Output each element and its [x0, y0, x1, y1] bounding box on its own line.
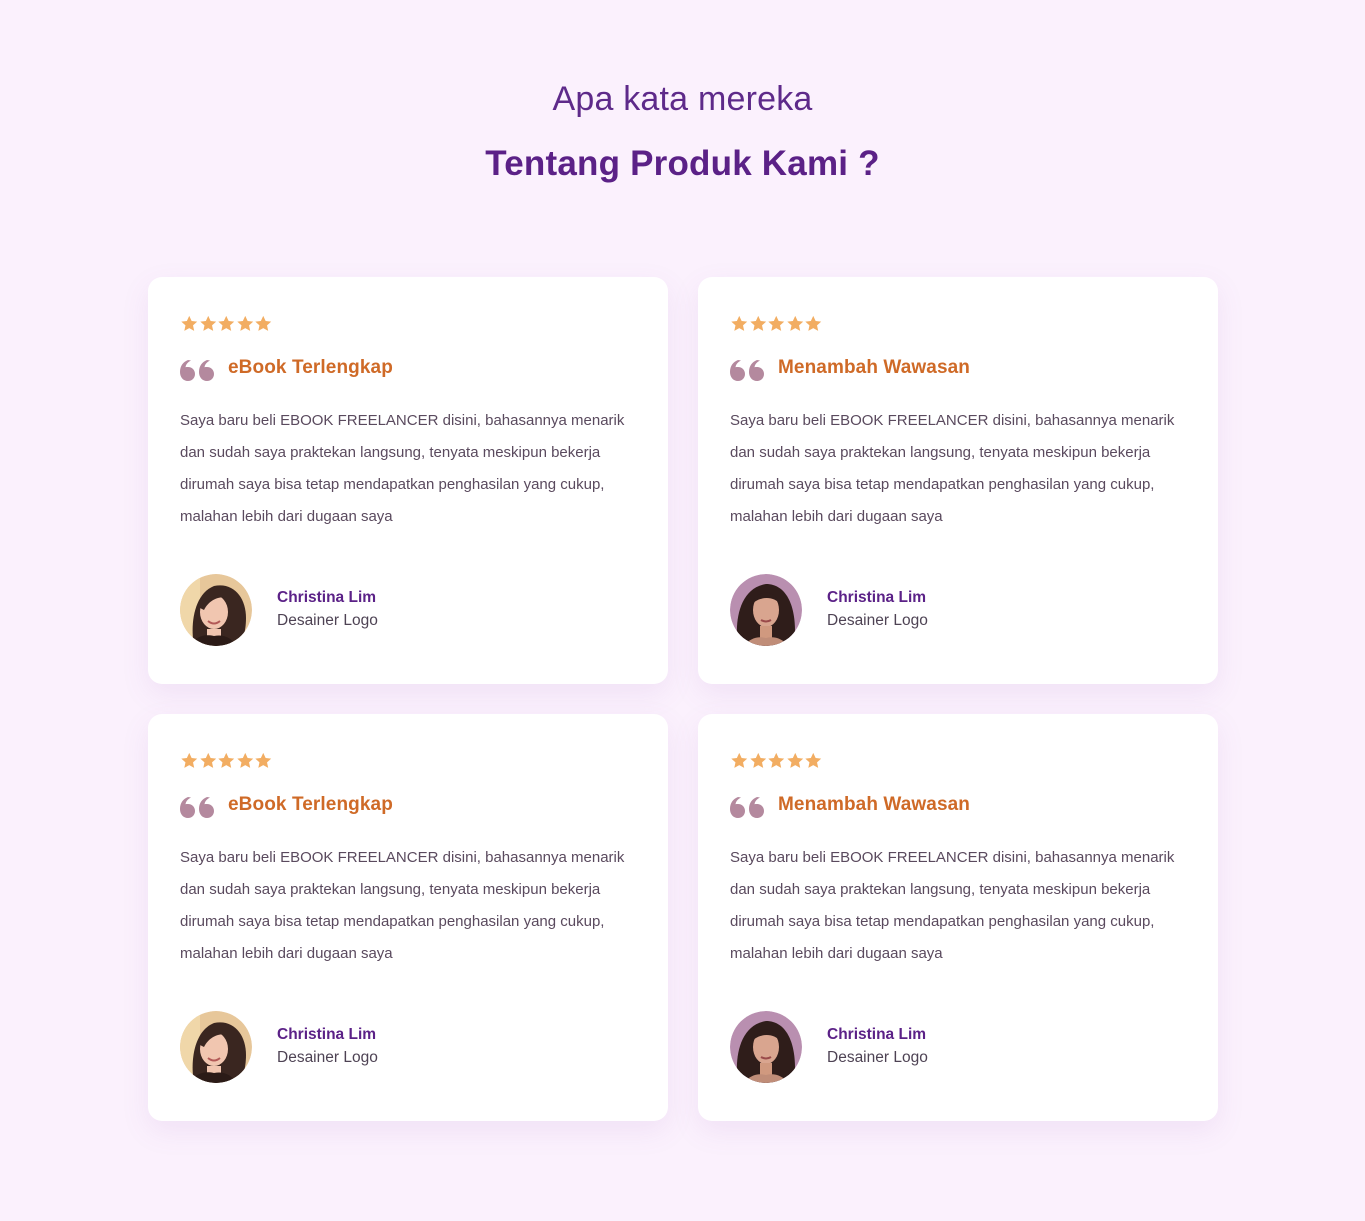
star-icon — [218, 315, 235, 331]
star-icon — [768, 315, 785, 331]
star-icon — [749, 315, 766, 331]
testimonial-title: Menambah Wawasan — [778, 357, 970, 378]
star-icon — [786, 752, 803, 768]
star-icon — [768, 752, 785, 768]
testimonial-author: Christina Lim Desainer Logo — [730, 1011, 928, 1083]
avatar — [730, 1011, 802, 1083]
avatar — [730, 574, 802, 646]
testimonial-author: Christina Lim Desainer Logo — [180, 1011, 378, 1083]
star-icon — [218, 752, 235, 768]
star-icon — [731, 315, 748, 331]
author-name: Christina Lim — [277, 1026, 377, 1043]
quote-icon — [730, 360, 764, 381]
author-name: Christina Lim — [277, 589, 377, 606]
author-role: Desainer Logo — [827, 612, 928, 629]
author-role: Desainer Logo — [277, 1049, 378, 1066]
author-info: Christina Lim Desainer Logo — [827, 587, 928, 633]
testimonial-text: Saya baru beli EBOOK FREELANCER disini, … — [180, 412, 625, 525]
testimonial-author: Christina Lim Desainer Logo — [730, 574, 928, 646]
testimonial-text: Saya baru beli EBOOK FREELANCER disini, … — [180, 849, 625, 962]
testimonial-card: Menambah Wawasan Saya baru beli EBOOK FR… — [698, 277, 1218, 684]
star-icon — [236, 752, 253, 768]
testimonial-card: Menambah Wawasan Saya baru beli EBOOK FR… — [698, 714, 1218, 1121]
testimonial-title: eBook Terlengkap — [228, 357, 393, 378]
author-name: Christina Lim — [827, 589, 927, 606]
testimonial-heading: Menambah Wawasan — [730, 790, 970, 820]
testimonial-text: Saya baru beli EBOOK FREELANCER disini, … — [730, 849, 1175, 962]
author-role: Desainer Logo — [827, 1049, 928, 1066]
star-icon — [236, 315, 253, 331]
star-icon — [731, 752, 748, 768]
testimonial-title: Menambah Wawasan — [778, 794, 970, 815]
avatar — [180, 574, 252, 646]
star-icon — [181, 752, 198, 768]
star-icon — [181, 315, 198, 331]
author-role: Desainer Logo — [277, 612, 378, 629]
testimonial-card: eBook Terlengkap Saya baru beli EBOOK FR… — [148, 277, 668, 684]
star-icon — [805, 315, 822, 331]
star-icon — [786, 315, 803, 331]
testimonial-card: eBook Terlengkap Saya baru beli EBOOK FR… — [148, 714, 668, 1121]
star-icon — [749, 752, 766, 768]
avatar — [180, 1011, 252, 1083]
section-subtitle: Apa kata mereka — [552, 80, 813, 118]
star-icon — [255, 315, 272, 331]
quote-icon — [730, 797, 764, 818]
testimonial-title: eBook Terlengkap — [228, 794, 393, 815]
testimonial-text: Saya baru beli EBOOK FREELANCER disini, … — [730, 412, 1175, 525]
testimonial-heading: Menambah Wawasan — [730, 353, 970, 383]
star-rating — [180, 314, 273, 334]
author-info: Christina Lim Desainer Logo — [277, 587, 378, 633]
quote-icon — [180, 797, 214, 818]
star-icon — [255, 752, 272, 768]
star-rating — [180, 751, 273, 771]
author-name: Christina Lim — [827, 1026, 927, 1043]
testimonial-heading: eBook Terlengkap — [180, 790, 393, 820]
star-icon — [805, 752, 822, 768]
quote-icon — [180, 360, 214, 381]
section-title: Tentang Produk Kami ? — [485, 144, 880, 183]
author-info: Christina Lim Desainer Logo — [827, 1024, 928, 1070]
star-icon — [199, 315, 216, 331]
star-icon — [199, 752, 216, 768]
testimonial-heading: eBook Terlengkap — [180, 353, 393, 383]
star-rating — [730, 751, 823, 771]
testimonial-author: Christina Lim Desainer Logo — [180, 574, 378, 646]
star-rating — [730, 314, 823, 334]
author-info: Christina Lim Desainer Logo — [277, 1024, 378, 1070]
